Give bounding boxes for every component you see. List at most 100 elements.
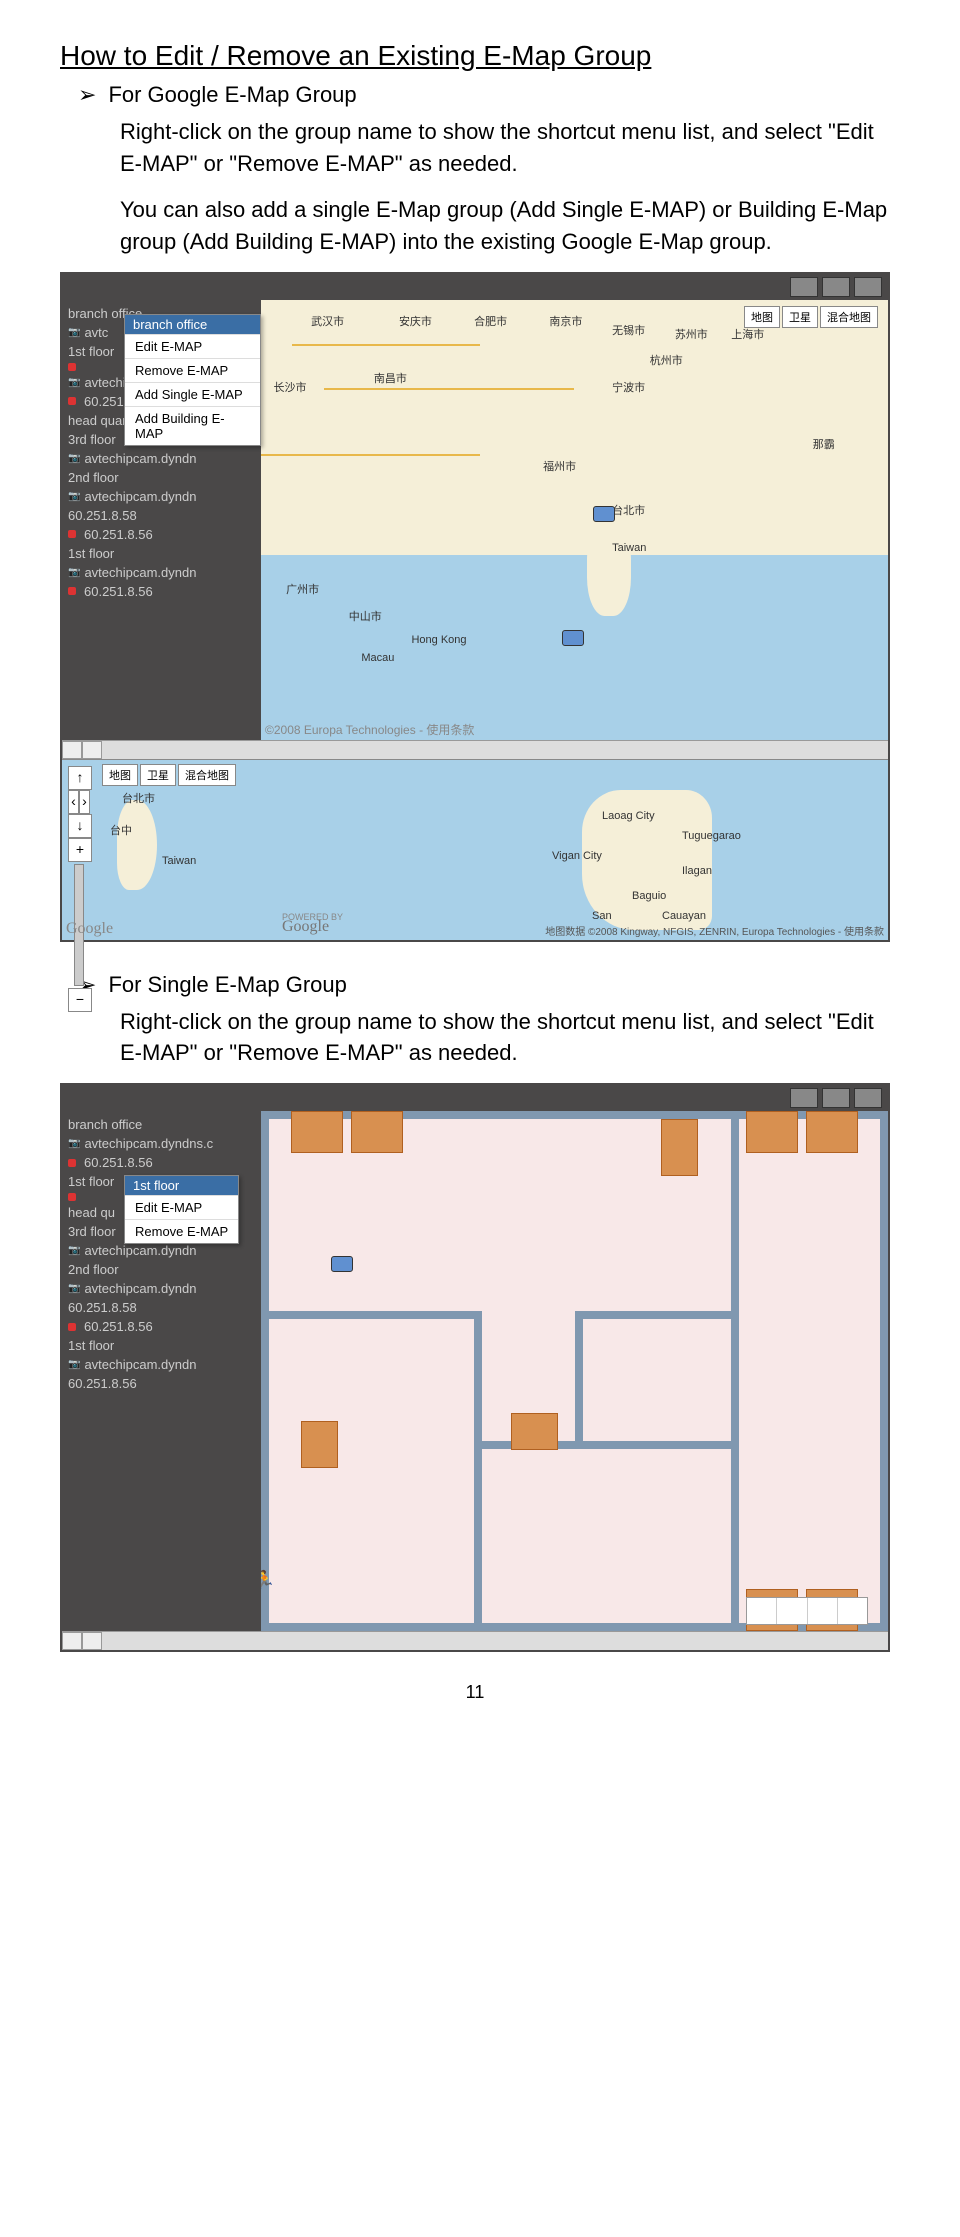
tree-branch-office[interactable]: branch office xyxy=(64,1115,259,1134)
camera-marker-icon[interactable] xyxy=(593,506,615,522)
titlebar-2 xyxy=(62,1085,888,1111)
tree-ip5[interactable]: 60.251.8.58 xyxy=(64,1298,259,1317)
tree-avtech3[interactable]: avtechipcam.dyndn xyxy=(64,487,259,506)
section2-heading: For Single E-Map Group xyxy=(108,972,346,998)
tree-ip2[interactable]: 60.251.8.58 xyxy=(64,506,259,525)
ctx-remove-emap-2[interactable]: Remove E-MAP xyxy=(125,1219,238,1243)
map-overview[interactable]: ↑ ‹› ↓ + − 地图 卫星 混合地图 台北市 台中 Taiwan Laoa… xyxy=(62,759,888,940)
bullet-arrow: ➢ xyxy=(78,82,96,108)
door-icon xyxy=(301,1421,338,1468)
ctx-header: branch office xyxy=(125,315,260,334)
person-icon: 🏃 xyxy=(261,1570,275,1591)
zoom-in-icon[interactable]: + xyxy=(68,838,92,862)
tool-btn-1[interactable] xyxy=(747,1598,777,1624)
page-title: How to Edit / Remove an Existing E-Map G… xyxy=(60,40,890,72)
pan-left-icon[interactable]: ‹ xyxy=(68,790,79,814)
tw-label: Taiwan xyxy=(162,855,196,867)
tree-avtech2[interactable]: avtechipcam.dyndn xyxy=(64,449,259,468)
map-copyright: 地图数据 ©2008 Kingway, NFGIS, ZENRIN, Europ… xyxy=(545,923,884,938)
status-dot-icon xyxy=(68,530,76,538)
minimize-icon[interactable] xyxy=(790,1088,818,1108)
ctx-header-2: 1st floor xyxy=(125,1176,238,1195)
tree-scrollbar-2[interactable] xyxy=(62,1631,888,1650)
city-label: Hong Kong xyxy=(411,634,466,646)
tree-avtech7[interactable]: avtechipcam.dyndn xyxy=(64,1355,259,1374)
section2-p1: Right-click on the group name to show th… xyxy=(120,1006,890,1070)
tree-avtech4[interactable]: avtechipcam.dyndn xyxy=(64,563,259,582)
city-label: 长沙市 xyxy=(274,379,307,395)
tree-ip3[interactable]: 60.251.8.56 xyxy=(64,525,259,544)
camera-marker-icon[interactable] xyxy=(331,1256,353,1272)
tree-ip7[interactable]: 60.251.8.56 xyxy=(64,1374,259,1393)
page-number: 11 xyxy=(60,1682,890,1703)
map-type-satellite[interactable]: 卫星 xyxy=(782,306,818,328)
tree-ip6[interactable]: 60.251.8.56 xyxy=(64,1317,259,1336)
tool-btn-3[interactable] xyxy=(808,1598,838,1624)
tech-credit: ©2008 Europa Technologies - 使用条款 xyxy=(265,721,474,738)
screenshot-single-emap: branch office avtechipcam.dyndns.c 60.25… xyxy=(60,1083,890,1652)
pan-right-icon[interactable]: › xyxy=(79,790,90,814)
city-label: Baguio xyxy=(632,890,666,902)
pan-up-icon[interactable]: ↑ xyxy=(68,766,92,790)
city-label: 合肥市 xyxy=(474,313,507,329)
sidebar-tree-2[interactable]: branch office avtechipcam.dyndns.c 60.25… xyxy=(62,1111,261,1631)
city-label: Taiwan xyxy=(612,542,646,554)
close-icon[interactable] xyxy=(854,277,882,297)
tree-1st-floor-2[interactable]: 1st floor xyxy=(64,544,259,563)
tree-avtech[interactable]: avtechipcam.dyndns.c xyxy=(64,1134,259,1153)
city-label: 福州市 xyxy=(543,458,576,474)
section1-p1: Right-click on the group name to show th… xyxy=(120,116,890,180)
city-label: 安庆市 xyxy=(399,313,432,329)
tree-1st-floor-3[interactable]: 1st floor xyxy=(64,1336,259,1355)
tree-ip[interactable]: 60.251.8.56 xyxy=(64,1153,259,1172)
door-icon xyxy=(511,1413,558,1450)
tree-avtech6[interactable]: avtechipcam.dyndn xyxy=(64,1279,259,1298)
city-label: Tuguegarao xyxy=(682,830,741,842)
tool-btn-2[interactable] xyxy=(777,1598,807,1624)
tree-2nd-floor[interactable]: 2nd floor xyxy=(64,468,259,487)
section1-p2: You can also add a single E-Map group (A… xyxy=(120,194,890,258)
tool-btn-4[interactable] xyxy=(838,1598,867,1624)
map-type-map-2[interactable]: 地图 xyxy=(102,764,138,786)
google-map-view[interactable]: 地图 卫星 混合地图 武汉市 安庆市 合肥市 南京市 无锡市 苏州市 上海市 杭… xyxy=(261,300,888,740)
floor-plan-view[interactable]: 🏃 xyxy=(261,1111,888,1631)
zoom-out-icon[interactable]: − xyxy=(68,988,92,1012)
minimize-icon[interactable] xyxy=(790,277,818,297)
map-type-hybrid-2[interactable]: 混合地图 xyxy=(178,764,236,786)
ctx-remove-emap[interactable]: Remove E-MAP xyxy=(125,358,260,382)
city-label: Cauayan xyxy=(662,910,706,922)
city-label: 苏州市 xyxy=(675,326,708,342)
maximize-icon[interactable] xyxy=(822,277,850,297)
ctx-add-building-emap[interactable]: Add Building E-MAP xyxy=(125,406,260,445)
ctx-add-single-emap[interactable]: Add Single E-MAP xyxy=(125,382,260,406)
city-label: 武汉市 xyxy=(311,313,344,329)
door-icon xyxy=(806,1111,858,1153)
maximize-icon[interactable] xyxy=(822,1088,850,1108)
pan-down-icon[interactable]: ↓ xyxy=(68,814,92,838)
door-icon xyxy=(661,1119,698,1176)
status-dot-icon xyxy=(68,1193,76,1201)
city-label: 杭州市 xyxy=(650,352,683,368)
context-menu-single: 1st floor Edit E-MAP Remove E-MAP xyxy=(124,1175,239,1244)
close-icon[interactable] xyxy=(854,1088,882,1108)
map-type-hybrid[interactable]: 混合地图 xyxy=(820,306,878,328)
tree-ip4[interactable]: 60.251.8.56 xyxy=(64,582,259,601)
ctx-edit-emap-2[interactable]: Edit E-MAP xyxy=(125,1195,238,1219)
tree-2nd-floor[interactable]: 2nd floor xyxy=(64,1260,259,1279)
section1-heading: For Google E-Map Group xyxy=(108,82,356,108)
map-type-map[interactable]: 地图 xyxy=(744,306,780,328)
sidebar-tree[interactable]: branch office avtc 1st floor avtechipcam… xyxy=(62,300,261,740)
ctx-edit-emap[interactable]: Edit E-MAP xyxy=(125,334,260,358)
tree-scrollbar[interactable] xyxy=(62,740,888,759)
city-label: 广州市 xyxy=(286,581,319,597)
city-label: 无锡市 xyxy=(612,322,645,338)
city-label: 台北市 xyxy=(612,502,645,518)
city-label: 中山市 xyxy=(349,608,382,624)
camera-marker-icon[interactable] xyxy=(562,630,584,646)
screenshot-google-emap: branch office avtc 1st floor avtechipcam… xyxy=(60,272,890,942)
status-dot-icon xyxy=(68,1323,76,1331)
context-menu-google: branch office Edit E-MAP Remove E-MAP Ad… xyxy=(124,314,261,446)
status-dot-icon xyxy=(68,363,76,371)
map-type-satellite-2[interactable]: 卫星 xyxy=(140,764,176,786)
google-logo-2: Google xyxy=(66,920,113,938)
